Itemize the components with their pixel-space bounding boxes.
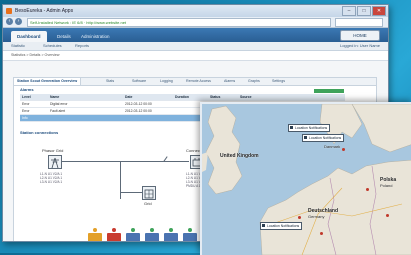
map-marker[interactable] (342, 148, 345, 151)
alarms-title: Alarms (20, 87, 34, 92)
cell-level: Info (22, 116, 28, 120)
status-bar (314, 89, 344, 93)
tab-graphs[interactable]: Graphs (248, 78, 260, 85)
col-name[interactable]: Name (50, 94, 59, 100)
forward-icon[interactable]: › (15, 18, 22, 25)
map-marker[interactable] (366, 188, 369, 191)
col-status[interactable]: Status (210, 94, 220, 100)
grid-icon[interactable] (142, 186, 156, 200)
content-tabs: Station Scout Generation Overview Stats … (14, 78, 376, 86)
status-tiles (88, 228, 197, 241)
map-label-germany: Deutschland Germany (308, 208, 339, 220)
connection-line (61, 161, 189, 162)
cell-level: Error (22, 109, 30, 113)
home-button-label: HOME (353, 33, 367, 38)
minimize-button[interactable]: – (342, 6, 356, 16)
breadcrumb: Statistics > Details > Overview (11, 53, 60, 57)
map-label-poland: Polska Poland (380, 177, 397, 189)
map-callout[interactable]: Location Notifications (302, 134, 345, 142)
app-header: Dashboard Details Administration HOME (3, 28, 388, 42)
status-tile[interactable] (107, 228, 121, 241)
map-marker[interactable] (298, 216, 301, 219)
status-tile[interactable] (145, 228, 159, 241)
cell-name: Digital error (50, 102, 68, 106)
col-source[interactable]: Source (240, 94, 252, 100)
toolbar: Statistics > Details > Overview (3, 51, 388, 61)
cell-level: Error (22, 102, 30, 106)
col-level[interactable]: Level (22, 94, 31, 100)
tab-dashboard[interactable]: Dashboard (11, 31, 47, 42)
map-marker[interactable] (386, 214, 389, 217)
col-date[interactable]: Date (125, 94, 132, 100)
maximize-button[interactable]: □ (357, 6, 371, 16)
app-icon (6, 8, 12, 14)
back-icon[interactable]: ‹ (6, 18, 13, 25)
subnav-item-reports[interactable]: Reports (75, 42, 89, 50)
col-duration[interactable]: Duration (175, 94, 189, 100)
tab-software[interactable]: Software (132, 78, 146, 85)
diagram-title: Station connections (20, 130, 59, 135)
connection-line (120, 161, 121, 199)
logged-in-text: Logged in: User Name (339, 43, 380, 48)
tab-remote-access[interactable]: Remote Access (186, 78, 211, 85)
cell-date: 2012-03-12 00:00 (125, 102, 152, 106)
node-bottom-label: Grid (144, 201, 152, 206)
title-bar: BesoEureka - Admin Apps – □ ✕ (3, 5, 388, 17)
tab-details[interactable]: Details (51, 31, 77, 42)
home-button[interactable]: HOME (340, 30, 380, 41)
tab-stats[interactable]: Stats (106, 78, 114, 85)
tower-icon[interactable] (48, 155, 62, 169)
map-callout[interactable]: Location Notifications (288, 124, 331, 132)
map-callout[interactable]: Location Notifications (260, 222, 303, 230)
address-bar: ‹ › Self-Installed Network : IE 6/8 · ht… (3, 17, 388, 28)
cell-name: Fault alert (50, 109, 66, 113)
tab-settings[interactable]: Settings (272, 78, 285, 85)
status-tile[interactable] (126, 228, 140, 241)
status-tile[interactable] (183, 228, 197, 241)
status-tile[interactable] (164, 228, 178, 241)
window-title: BesoEureka - Admin Apps (15, 8, 74, 14)
map-label-denmark: Danmark (324, 144, 341, 149)
connection-line (121, 192, 142, 193)
node-left-label: Phasor Grid (42, 148, 64, 153)
tab-administration[interactable]: Administration (75, 31, 116, 42)
subnav-item-schedules[interactable]: Schedules (43, 42, 62, 50)
window-controls: – □ ✕ (342, 6, 386, 16)
sub-navigation: Statistic Schedules Reports Logged in: U… (3, 42, 388, 51)
map-marker[interactable] (320, 232, 323, 235)
table-header: Level Name Date Duration Status Source (20, 94, 345, 101)
status-tile[interactable] (88, 228, 102, 241)
map-window[interactable]: United Kingdom Deutschland Germany Polsk… (200, 102, 411, 255)
close-button[interactable]: ✕ (372, 6, 386, 16)
browser-search-input[interactable] (335, 18, 383, 27)
tab-logging[interactable]: Logging (160, 78, 173, 85)
left-values: L1-N U1 V2/A 1 L2-N U1 V2/A 1 L3-N U1 V2… (40, 172, 63, 184)
tab-alarms[interactable]: Alarms (224, 78, 235, 85)
map-label-uk: United Kingdom (220, 153, 259, 159)
cell-date: 2012-03-12 00:00 (125, 109, 152, 113)
url-input[interactable]: Self-Installed Network : IE 6/8 · http:/… (27, 18, 331, 27)
subnav-item-statistic[interactable]: Statistic (11, 42, 25, 50)
tab-overview[interactable]: Station Scout Generation Overview (14, 78, 82, 85)
